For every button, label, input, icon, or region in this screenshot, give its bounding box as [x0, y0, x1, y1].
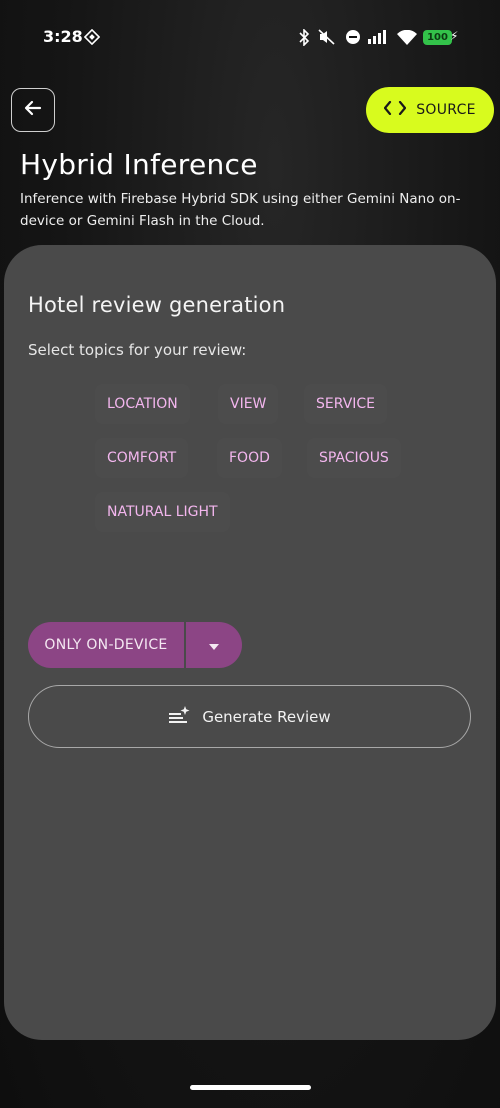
page-title: Hybrid Inference	[20, 148, 258, 181]
page-subtitle: Inference with Firebase Hybrid SDK using…	[20, 191, 461, 229]
do-not-disturb-icon	[345, 28, 361, 46]
topics-prompt: Select topics for your review:	[28, 341, 247, 359]
topic-chip-natural-light[interactable]: NATURAL LIGHT	[95, 492, 230, 532]
charging-icon: ⚡	[450, 29, 459, 43]
topic-chip-comfort[interactable]: COMFORT	[95, 438, 188, 478]
topic-chip-view[interactable]: VIEW	[218, 384, 278, 424]
screen: 3:28 100 ⚡ SOURCE Hybrid Inference Infer…	[0, 0, 500, 1108]
bluetooth-icon	[298, 28, 310, 46]
inference-mode-selector: ONLY ON-DEVICE	[28, 622, 242, 668]
status-time: 3:28	[43, 27, 83, 46]
mute-icon	[318, 28, 336, 46]
wifi-icon	[397, 28, 417, 46]
inference-mode-dropdown[interactable]	[186, 622, 242, 668]
arrow-left-icon	[23, 98, 43, 122]
topic-chip-location[interactable]: LOCATION	[95, 384, 190, 424]
inference-mode-button[interactable]: ONLY ON-DEVICE	[28, 622, 186, 668]
topic-chip-spacious[interactable]: SPACIOUS	[307, 438, 401, 478]
topic-chip-service[interactable]: SERVICE	[304, 384, 387, 424]
generate-review-label: Generate Review	[202, 707, 331, 726]
card-title: Hotel review generation	[28, 293, 286, 317]
battery-icon: 100	[423, 30, 452, 45]
signal-icon	[368, 28, 392, 46]
source-button-label: SOURCE	[416, 102, 476, 118]
app-notification-icon	[84, 28, 100, 46]
topic-chip-food[interactable]: FOOD	[217, 438, 282, 478]
source-button[interactable]: SOURCE	[366, 87, 494, 133]
back-button[interactable]	[11, 88, 55, 132]
status-bar: 3:28 100 ⚡	[0, 0, 500, 74]
caret-down-icon	[208, 636, 220, 655]
sparkle-list-icon	[168, 705, 190, 729]
review-card: Hotel review generation Select topics fo…	[4, 245, 496, 1040]
generate-review-button[interactable]: Generate Review	[28, 685, 471, 748]
code-brackets-icon	[384, 100, 407, 119]
home-indicator[interactable]	[190, 1085, 311, 1090]
